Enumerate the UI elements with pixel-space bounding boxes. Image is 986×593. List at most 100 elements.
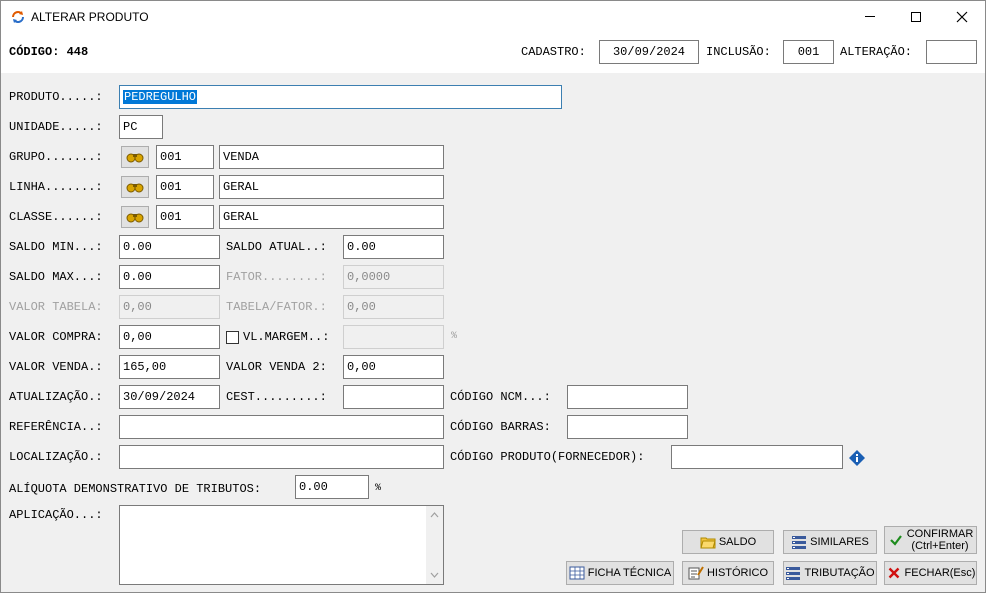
- aplicacao-label: APLICAÇÃO...:: [9, 508, 103, 522]
- ncm-field[interactable]: [567, 385, 688, 409]
- cadastro-field[interactable]: 30/09/2024: [599, 40, 699, 64]
- grupo-code-field[interactable]: 001: [156, 145, 214, 169]
- fechar-button-label: FECHAR(Esc): [904, 567, 976, 579]
- classe-code-field[interactable]: 001: [156, 205, 214, 229]
- valor-tabela-field: 0,00: [119, 295, 220, 319]
- linha-code-field[interactable]: 001: [156, 175, 214, 199]
- ficha-tecnica-button-label: FICHA TÉCNICA: [587, 567, 672, 579]
- saldo-min-field[interactable]: 0.00: [119, 235, 220, 259]
- vl-margem-percent: %: [451, 331, 458, 342]
- aplicacao-textarea[interactable]: [119, 505, 444, 585]
- atualizacao-label: ATUALIZAÇÃO.:: [9, 390, 103, 404]
- inclusao-field[interactable]: 001: [783, 40, 834, 64]
- scroll-down-icon: [430, 572, 439, 578]
- binoculars-icon: [126, 183, 144, 193]
- classe-name-field[interactable]: GERAL: [219, 205, 444, 229]
- valor-tabela-label: VALOR TABELA:: [9, 300, 103, 314]
- unidade-field[interactable]: PC: [119, 115, 163, 139]
- referencia-field[interactable]: [119, 415, 444, 439]
- close-window-button[interactable]: [939, 1, 985, 32]
- saldo-max-field[interactable]: 0.00: [119, 265, 220, 289]
- checkmark-icon: [888, 532, 904, 548]
- grupo-lookup-button[interactable]: [121, 146, 149, 168]
- produto-field[interactable]: PEDREGULHO: [119, 85, 562, 109]
- fechar-button[interactable]: FECHAR(Esc): [884, 561, 977, 585]
- valor-venda-field[interactable]: 165,00: [119, 355, 220, 379]
- title-bar: ALTERAR PRODUTO: [1, 1, 985, 32]
- ncm-label: CÓDIGO NCM...:: [450, 390, 551, 404]
- saldo-max-label: SALDO MAX...:: [9, 270, 103, 284]
- grupo-name-field[interactable]: VENDA: [219, 145, 444, 169]
- similares-button[interactable]: SIMILARES: [783, 530, 877, 554]
- valor-venda2-label: VALOR VENDA 2:: [226, 360, 327, 374]
- cest-field[interactable]: [343, 385, 444, 409]
- maximize-icon: [911, 11, 921, 22]
- confirmar-line1: CONFIRMAR: [906, 528, 974, 540]
- aplicacao-scrollbar[interactable]: [426, 506, 443, 584]
- tabela-fator-label: TABELA/FATOR.:: [226, 300, 327, 314]
- localizacao-label: LOCALIZAÇÃO.:: [9, 450, 103, 464]
- localizacao-field[interactable]: [119, 445, 444, 469]
- aliquota-percent: %: [375, 483, 382, 494]
- cadastro-label: CADASTRO:: [521, 45, 586, 59]
- fator-label: FATOR........:: [226, 270, 327, 284]
- minimize-icon: [865, 16, 875, 17]
- tributacao-button-label: TRIBUTAÇÃO: [804, 567, 875, 579]
- saldo-atual-label: SALDO ATUAL..:: [226, 240, 327, 254]
- list-icon: [791, 534, 807, 550]
- info-icon[interactable]: [849, 450, 865, 466]
- valor-compra-label: VALOR COMPRA:: [9, 330, 103, 344]
- classe-label: CLASSE......:: [9, 210, 103, 224]
- linha-name-field[interactable]: GERAL: [219, 175, 444, 199]
- confirmar-button-text: CONFIRMAR (Ctrl+Enter): [907, 528, 974, 552]
- unidade-label: UNIDADE.....:: [9, 120, 103, 134]
- product-edit-window: ALTERAR PRODUTO CÓDIGO: 448 CADASTRO: 30…: [0, 0, 986, 593]
- binoculars-icon: [126, 153, 144, 163]
- aliquota-label: ALÍQUOTA DEMONSTRATIVO DE TRIBUTOS:: [9, 482, 262, 496]
- saldo-atual-field[interactable]: 0.00: [343, 235, 444, 259]
- scroll-up-icon: [430, 512, 439, 518]
- spreadsheet-icon: [569, 565, 585, 581]
- folder-icon: [700, 534, 716, 550]
- vl-margem-label: VL.MARGEM..:: [243, 330, 330, 344]
- close-icon: [956, 11, 968, 22]
- valor-compra-field[interactable]: 0,00: [119, 325, 220, 349]
- referencia-label: REFERÊNCIA..:: [9, 420, 103, 434]
- confirmar-line2: (Ctrl+Enter): [911, 540, 969, 552]
- history-edit-icon: [688, 565, 704, 581]
- vl-margem-checkbox[interactable]: [226, 331, 239, 344]
- produto-label: PRODUTO.....:: [9, 90, 103, 104]
- aliquota-field[interactable]: 0.00: [295, 475, 369, 499]
- grupo-label: GRUPO.......:: [9, 150, 103, 164]
- list-icon: [785, 565, 801, 581]
- inclusao-label: INCLUSÃO:: [706, 45, 771, 59]
- confirmar-button[interactable]: CONFIRMAR (Ctrl+Enter): [884, 526, 977, 554]
- tributacao-button[interactable]: TRIBUTAÇÃO: [783, 561, 877, 585]
- vl-margem-field: [343, 325, 444, 349]
- atualizacao-field[interactable]: 30/09/2024: [119, 385, 220, 409]
- header-strip: CÓDIGO: 448 CADASTRO: 30/09/2024 INCLUSÃ…: [1, 32, 985, 73]
- saldo-min-label: SALDO MIN...:: [9, 240, 103, 254]
- classe-lookup-button[interactable]: [121, 206, 149, 228]
- product-code-label: CÓDIGO: 448: [9, 45, 89, 59]
- tabela-fator-field: 0,00: [343, 295, 444, 319]
- fator-field: 0,0000: [343, 265, 444, 289]
- valor-venda2-field[interactable]: 0,00: [343, 355, 444, 379]
- linha-label: LINHA.......:: [9, 180, 103, 194]
- saldo-button[interactable]: SALDO: [682, 530, 774, 554]
- saldo-button-label: SALDO: [718, 536, 757, 548]
- cod-fornecedor-field[interactable]: [671, 445, 843, 469]
- historico-button[interactable]: HISTÓRICO: [682, 561, 774, 585]
- binoculars-icon: [126, 213, 144, 223]
- red-x-icon: [886, 565, 902, 581]
- similares-button-label: SIMILARES: [810, 536, 869, 548]
- ficha-tecnica-button[interactable]: FICHA TÉCNICA: [566, 561, 674, 585]
- cest-label: CEST.........:: [226, 390, 327, 404]
- produto-value: PEDREGULHO: [123, 90, 198, 104]
- linha-lookup-button[interactable]: [121, 176, 149, 198]
- barras-field[interactable]: [567, 415, 688, 439]
- alteracao-field[interactable]: [926, 40, 977, 64]
- historico-button-label: HISTÓRICO: [706, 567, 769, 579]
- maximize-button[interactable]: [893, 1, 939, 32]
- minimize-button[interactable]: [847, 1, 893, 32]
